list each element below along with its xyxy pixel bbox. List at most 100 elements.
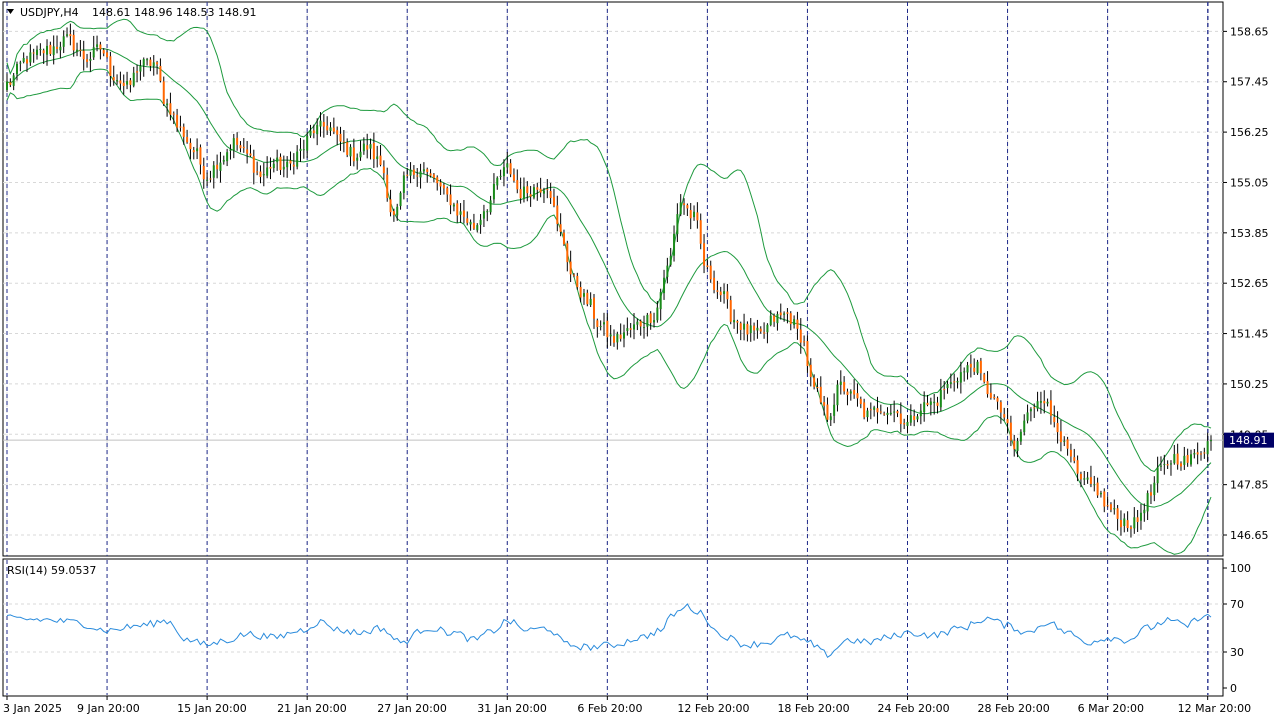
- candle-body: [969, 363, 972, 368]
- candle-body: [1053, 417, 1056, 423]
- candle-body: [953, 381, 956, 383]
- price-chart-svg[interactable]: 158.65 157.45 156.25 155.05 153.85 152.65 151.…: [0, 0, 1280, 720]
- candle-body: [826, 404, 829, 420]
- candle-body: [889, 412, 892, 415]
- candle-body: [1163, 463, 1166, 465]
- candle-body: [636, 321, 639, 325]
- candle-body: [1006, 419, 1009, 424]
- candle-body: [823, 402, 826, 406]
- candle-body: [726, 291, 729, 300]
- candle-body: [256, 171, 259, 173]
- candle-body: [896, 411, 899, 414]
- candle-body: [132, 72, 135, 86]
- candle-body: [1066, 439, 1069, 449]
- candle-body: [766, 324, 769, 333]
- candle-body: [86, 59, 89, 62]
- candle-body: [1093, 484, 1096, 486]
- candle-body: [509, 163, 512, 175]
- candle-body: [836, 384, 839, 406]
- chart-window[interactable]: 158.65 157.45 156.25 155.05 153.85 152.65 151.…: [0, 0, 1280, 720]
- price-tick-label: 151.45: [1230, 328, 1269, 341]
- candle-body: [42, 50, 45, 54]
- candle-body: [176, 114, 179, 128]
- candle-body: [469, 221, 472, 225]
- candle-body: [673, 233, 676, 256]
- candle-body: [372, 142, 375, 160]
- candle-body: [1043, 400, 1046, 404]
- candle-body: [1166, 464, 1169, 466]
- candle-body: [719, 291, 722, 296]
- candle-body: [863, 402, 866, 418]
- candle-body: [262, 174, 265, 176]
- candle-body: [1113, 508, 1116, 510]
- candle-body: [152, 62, 155, 67]
- candle-body: [296, 151, 299, 167]
- candle-body: [856, 393, 859, 399]
- candle-body: [1063, 440, 1066, 442]
- chart-header: USDJPY,H4 148.61 148.96 148.53 148.91: [7, 6, 256, 19]
- candle-body: [666, 265, 669, 278]
- candle-body: [859, 398, 862, 405]
- candle-body: [679, 202, 682, 215]
- candle-body: [82, 50, 85, 60]
- candle-body: [202, 165, 205, 180]
- time-tick-label: 21 Jan 20:00: [277, 702, 347, 715]
- candle-body: [1199, 453, 1202, 455]
- price-tick-label: 153.85: [1230, 227, 1269, 240]
- candle-body: [106, 52, 109, 58]
- candle-body: [1099, 492, 1102, 495]
- candle-body: [236, 137, 239, 145]
- candle-body: [1086, 477, 1089, 480]
- candle-body: [109, 56, 112, 76]
- candle-body: [366, 145, 369, 150]
- time-tick-label: 3 Jan 2025: [3, 702, 62, 715]
- candle-body: [16, 63, 19, 75]
- price-tick-label: 158.65: [1230, 25, 1269, 38]
- candle-body: [272, 163, 275, 169]
- candle-body: [876, 408, 879, 413]
- candle-body: [926, 402, 929, 405]
- candle-body: [686, 205, 689, 209]
- rsi-label: RSI(14) 59.0537: [7, 564, 96, 577]
- candle-body: [569, 261, 572, 275]
- candle-body: [492, 183, 495, 200]
- candle-body: [699, 220, 702, 244]
- candle-body: [19, 62, 22, 64]
- candle-body: [22, 57, 25, 62]
- candle-body: [1186, 454, 1189, 463]
- candle-body: [626, 328, 629, 331]
- candle-body: [833, 404, 836, 416]
- candle-body: [392, 211, 395, 216]
- candle-body: [26, 59, 29, 64]
- price-tick-label: 155.05: [1230, 176, 1269, 189]
- candle-body: [839, 381, 842, 385]
- candle-body: [302, 149, 305, 151]
- candle-body: [76, 49, 79, 52]
- candle-body: [516, 180, 519, 190]
- candle-body: [459, 211, 462, 215]
- candle-body: [309, 130, 312, 136]
- candle-body: [1196, 452, 1199, 455]
- candle-body: [706, 265, 709, 268]
- price-tick-label: 152.65: [1230, 277, 1269, 290]
- candle-body: [773, 315, 776, 322]
- candle-body: [379, 155, 382, 165]
- candle-body: [676, 214, 679, 235]
- candle-body: [623, 332, 626, 339]
- candle-body: [409, 169, 412, 176]
- candle-body: [713, 277, 716, 290]
- time-tick-label: 6 Feb 20:00: [577, 702, 642, 715]
- candle-body: [472, 222, 475, 229]
- candle-body: [589, 298, 592, 305]
- candle-body: [599, 326, 602, 328]
- candle-body: [1189, 454, 1192, 465]
- rsi-tick-label: 70: [1230, 598, 1244, 611]
- candle-body: [786, 312, 789, 314]
- candle-body: [542, 190, 545, 194]
- candle-body: [449, 194, 452, 206]
- candle-body: [723, 291, 726, 295]
- time-tick-label: 24 Feb 20:00: [877, 702, 949, 715]
- candle-body: [562, 232, 565, 245]
- candle-body: [326, 125, 329, 131]
- candle-body: [269, 166, 272, 169]
